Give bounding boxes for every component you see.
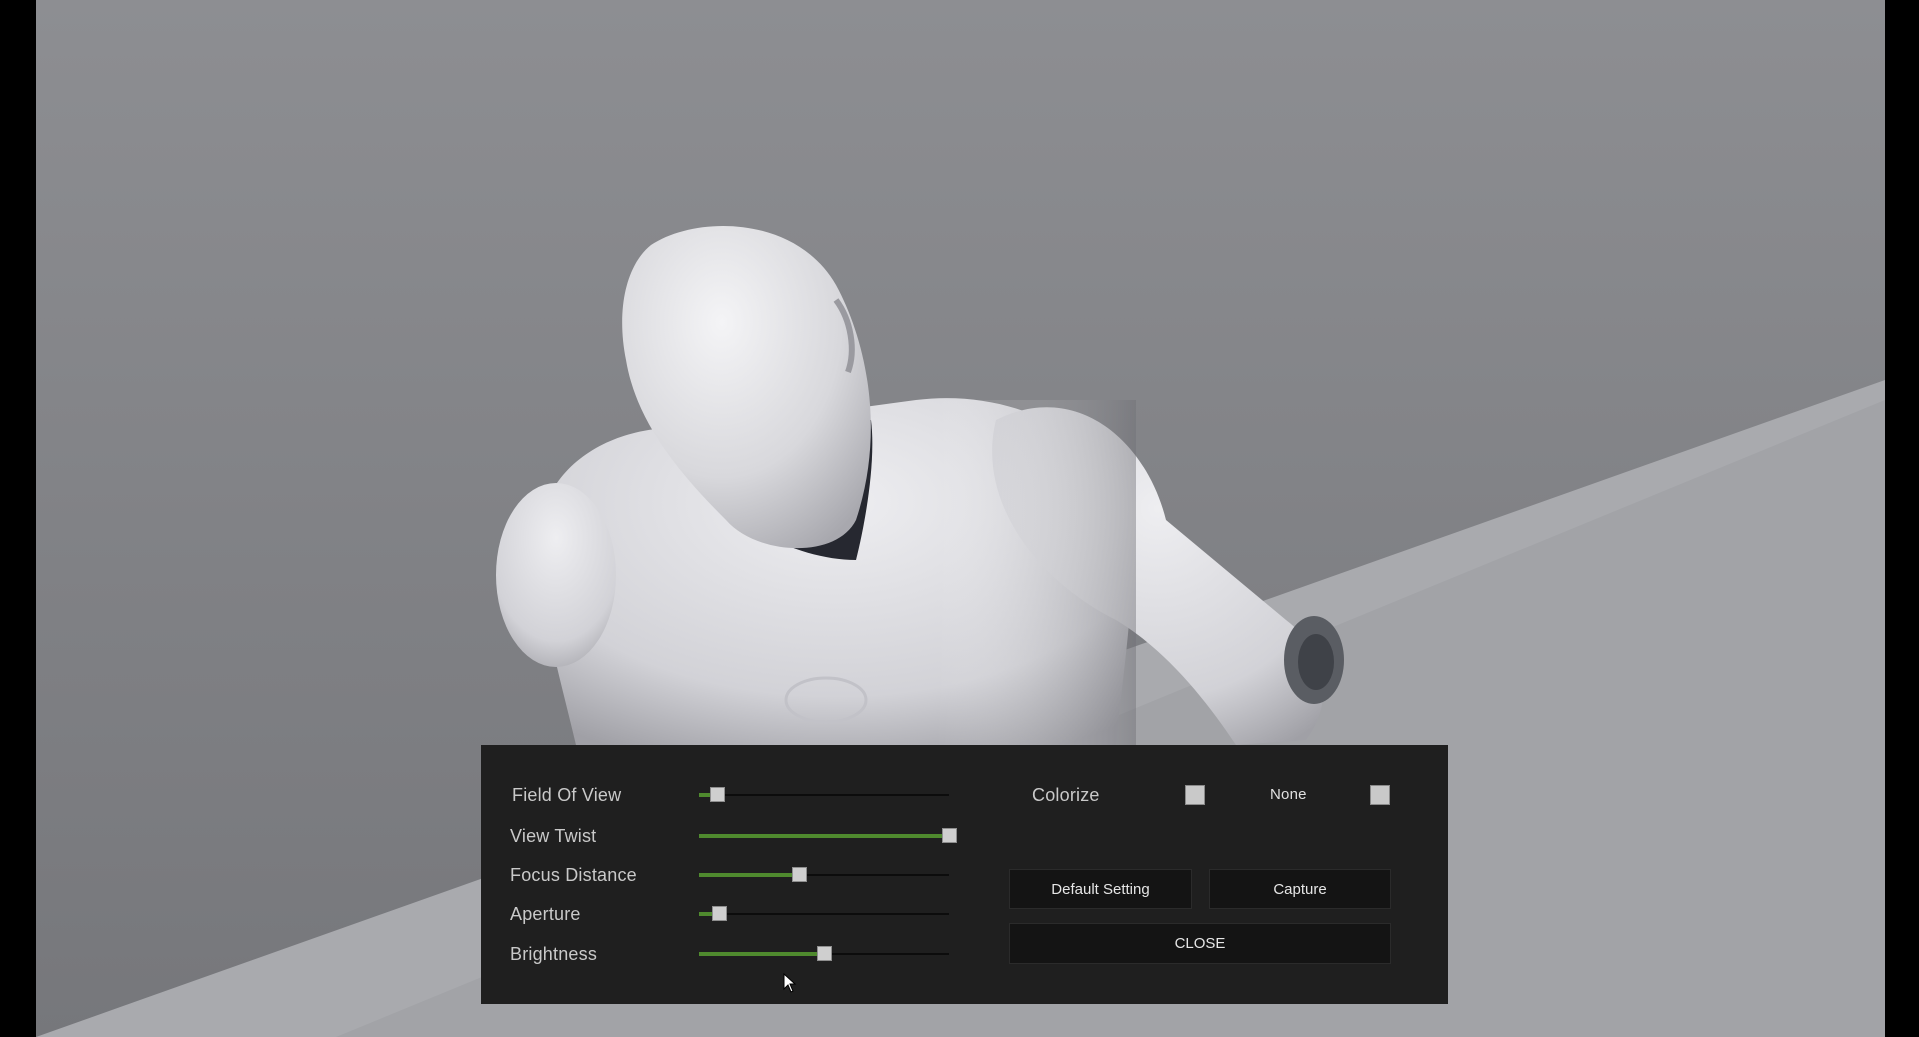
slider-track xyxy=(699,794,949,796)
aperture-label: Aperture xyxy=(510,904,581,924)
aperture-slider[interactable] xyxy=(699,904,949,924)
slider-thumb[interactable] xyxy=(792,867,807,882)
default-setting-button[interactable]: Default Setting xyxy=(1009,869,1192,909)
slider-fill xyxy=(699,952,824,956)
view-twist-label: View Twist xyxy=(510,826,597,846)
photo-mode-panel: Field Of View View Twist Focus Distance … xyxy=(481,745,1448,1004)
mouse-cursor-icon xyxy=(783,973,797,993)
none-checkbox[interactable] xyxy=(1370,785,1390,805)
colorize-checkbox[interactable] xyxy=(1185,785,1205,805)
slider-fill xyxy=(699,873,799,877)
focus-distance-label: Focus Distance xyxy=(510,865,637,885)
slider-fill xyxy=(699,834,949,838)
slider-thumb[interactable] xyxy=(817,946,832,961)
brightness-label: Brightness xyxy=(510,944,598,964)
colorize-label: Colorize xyxy=(1032,785,1100,805)
focus-distance-slider[interactable] xyxy=(699,865,949,885)
field-of-view-label: Field Of View xyxy=(512,785,622,805)
field-of-view-slider[interactable] xyxy=(699,785,949,805)
none-label: None xyxy=(1270,786,1307,803)
brightness-slider[interactable] xyxy=(699,944,949,964)
capture-button[interactable]: Capture xyxy=(1209,869,1391,909)
slider-thumb[interactable] xyxy=(712,906,727,921)
slider-thumb[interactable] xyxy=(710,787,725,802)
slider-thumb[interactable] xyxy=(942,828,957,843)
close-button[interactable]: CLOSE xyxy=(1009,923,1391,964)
slider-track xyxy=(699,913,949,915)
view-twist-slider[interactable] xyxy=(699,826,957,846)
